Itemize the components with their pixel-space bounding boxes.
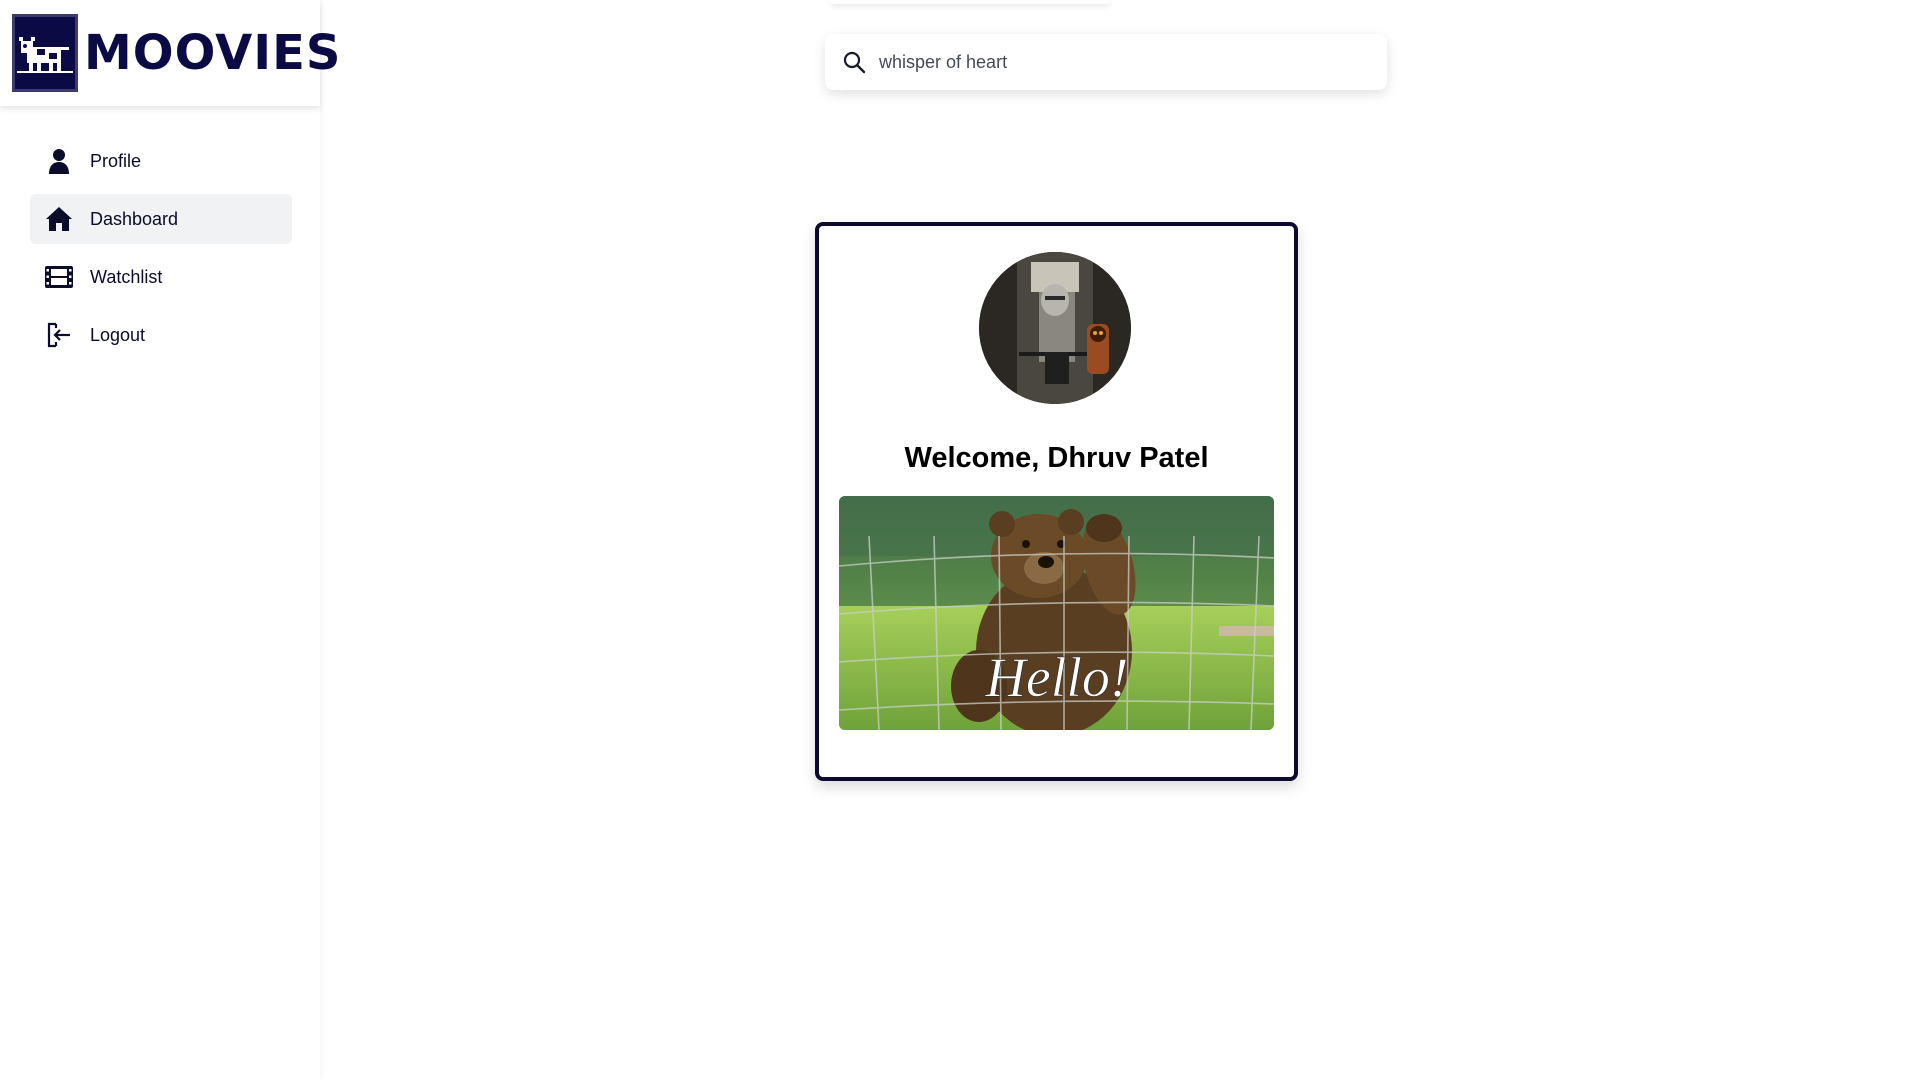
sidebar-item-logout[interactable]: Logout [30, 310, 292, 360]
home-icon [44, 204, 74, 234]
sidebar-item-label: Logout [90, 324, 146, 345]
search-input[interactable] [879, 51, 1359, 73]
avatar[interactable] [979, 252, 1131, 404]
logout-icon [44, 320, 74, 350]
sidebar-item-profile[interactable]: Profile [30, 136, 292, 186]
welcome-card: Welcome, Dhruv Patel Hello! [815, 222, 1298, 781]
sidebar-item-label: Watchlist [90, 266, 163, 287]
sidebar-item-label: Profile [90, 150, 142, 171]
sidebar-nav: Profile Dashboard Watchlist Logout [30, 136, 292, 368]
sidebar-item-watchlist[interactable]: Watchlist [30, 252, 292, 302]
search-icon[interactable] [841, 49, 867, 75]
sidebar-item-dashboard[interactable]: Dashboard [30, 194, 292, 244]
dropdown-edge [830, 0, 1110, 4]
welcome-heading: Welcome, Dhruv Patel [904, 442, 1209, 474]
gif-caption: Hello! [984, 647, 1128, 709]
search-bar[interactable] [825, 34, 1387, 90]
brand-name: MOOVIES [84, 25, 342, 81]
user-icon [44, 146, 74, 176]
sidebar: MOOVIES Profile Dashboard Watchlist Logo… [0, 0, 340, 1080]
app: MOOVIES Profile Dashboard Watchlist Logo… [0, 0, 1920, 1080]
cow-icon [12, 14, 78, 92]
film-icon [44, 262, 74, 292]
hello-bear-gif: Hello! [839, 496, 1274, 730]
brand-header[interactable]: MOOVIES [0, 0, 340, 106]
sidebar-item-label: Dashboard [90, 208, 179, 229]
